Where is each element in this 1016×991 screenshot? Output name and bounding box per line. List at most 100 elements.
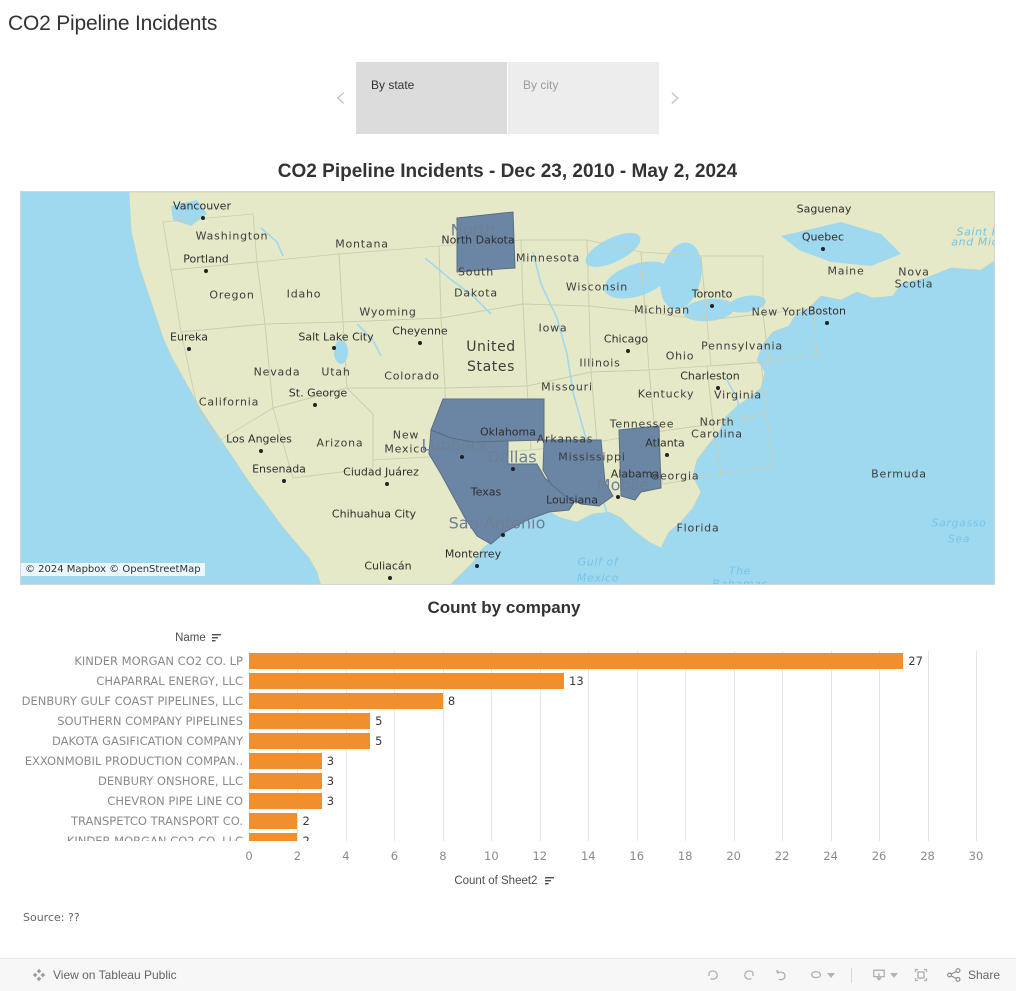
bar-value-label: 13 xyxy=(569,674,584,688)
bar-row[interactable]: DENBURY GULF COAST PIPELINES, LLC 8 xyxy=(0,691,1008,711)
story-tab-list: By state By city xyxy=(356,62,660,134)
bar-value-label: 3 xyxy=(326,774,335,788)
bar-plot-area[interactable]: KINDER MORGAN CO2 CO. LP 27 CHAPARRAL ENER… xyxy=(0,651,1008,841)
revert-button[interactable] xyxy=(765,962,799,988)
bar-row-label: TRANSPETCO TRANSPORT CO. xyxy=(70,814,243,828)
bar-value-label: 2 xyxy=(302,814,310,828)
bar-mark[interactable] xyxy=(249,713,371,729)
redo-button[interactable] xyxy=(731,962,765,988)
tab-by-city[interactable]: By city xyxy=(508,62,660,134)
bar-row[interactable]: EXXONMOBIL PRODUCTION COMPAN.. 3 xyxy=(0,751,1008,771)
map-view[interactable]: .land { fill:#e6e9c8; stroke:#cfd2b4; st… xyxy=(20,191,995,585)
axis-sort-icon[interactable] xyxy=(544,876,554,885)
x-axis-tick: 30 xyxy=(968,849,984,863)
bar-value-label: 27 xyxy=(908,654,923,668)
x-axis-tick: 8 xyxy=(439,849,447,863)
bar-row-label: SOUTHERN COMPANY PIPELINES xyxy=(57,714,243,728)
bar-row-label: DENBURY GULF COAST PIPELINES, LLC xyxy=(21,694,243,708)
bar-row-header[interactable]: Name xyxy=(0,632,243,644)
map-attribution[interactable]: © 2024 Mapbox © OpenStreetMap xyxy=(21,563,205,576)
bar-row-label: DAKOTA GASIFICATION COMPANY xyxy=(51,734,243,748)
share-icon xyxy=(946,967,962,983)
bar-mark[interactable] xyxy=(249,753,322,769)
bottom-toolbar: View on Tableau Public Share xyxy=(0,958,1016,991)
story-prev-arrow-icon[interactable]: ‹ xyxy=(325,58,356,138)
map-city-dot xyxy=(710,304,714,308)
toolbar-actions: Share xyxy=(697,962,1000,988)
bar-row-label: DENBURY ONSHORE, LLC xyxy=(97,774,243,788)
map-state-north-dakota xyxy=(456,211,516,273)
view-on-tableau-public-button[interactable]: View on Tableau Public xyxy=(32,968,177,982)
x-axis-tick: 28 xyxy=(920,849,935,863)
x-axis-tick: 14 xyxy=(580,849,596,863)
bar-mark[interactable] xyxy=(249,733,371,749)
x-axis-tick: 4 xyxy=(342,849,350,863)
map-city-dot xyxy=(665,453,669,457)
x-axis-tick: 2 xyxy=(293,849,302,863)
map-city-dot xyxy=(821,247,825,251)
map-city-dot xyxy=(204,269,208,273)
bar-row[interactable]: TRANSPETCO TRANSPORT CO. 2 xyxy=(0,811,1008,831)
view-on-tableau-public-label: View on Tableau Public xyxy=(53,968,177,982)
map-city-dot xyxy=(418,341,422,345)
map-sheet-title: CO2 Pipeline Incidents - Dec 23, 2010 - … xyxy=(277,161,738,182)
x-axis-tick: 24 xyxy=(823,849,838,863)
map-canvas[interactable]: .land { fill:#e6e9c8; stroke:#cfd2b4; st… xyxy=(21,192,994,584)
map-city-dot xyxy=(385,482,389,486)
bar-row[interactable]: DAKOTA GASIFICATION COMPANY 5 xyxy=(0,731,1008,751)
bar-chart: Name KINDER MORGAN CO2 CO. LP 27 CHAPARRAL… xyxy=(0,632,1008,847)
map-city-dot xyxy=(282,479,286,483)
x-axis-tick: 0 xyxy=(245,849,253,863)
story-next-arrow-icon[interactable]: › xyxy=(660,58,691,138)
bar-row-header-label: Name xyxy=(175,632,206,644)
bar-row-label: CHEVRON PIPE LINE CO xyxy=(107,794,243,808)
map-city-dot xyxy=(825,321,829,325)
bar-row[interactable]: DENBURY ONSHORE, LLC 3 xyxy=(0,771,1008,791)
share-button[interactable]: Share xyxy=(946,967,1000,983)
bar-value-label: 3 xyxy=(326,794,335,808)
bar-row[interactable]: KINDER MORGAN CO2 CO. LLC 2 xyxy=(0,831,1008,841)
bar-mark[interactable] xyxy=(249,833,298,841)
map-geometry: .land { fill:#e6e9c8; stroke:#cfd2b4; st… xyxy=(21,192,994,584)
map-city-dot xyxy=(201,216,205,220)
bar-value-label: 2 xyxy=(302,834,310,841)
bar-value-label: 8 xyxy=(447,694,456,708)
toolbar-divider xyxy=(850,967,852,983)
bar-mark[interactable] xyxy=(249,653,904,669)
x-axis-title[interactable]: Count of Sheet2 xyxy=(0,875,1008,887)
x-axis-tick: 20 xyxy=(726,849,741,863)
x-axis-tick: 18 xyxy=(677,849,693,863)
x-axis-tick: 16 xyxy=(629,849,645,863)
map-city-dot xyxy=(716,386,720,390)
tableau-logo-icon xyxy=(32,968,46,982)
bar-mark[interactable] xyxy=(249,693,443,709)
x-axis-tick: 26 xyxy=(871,849,887,863)
x-axis-title-label: Count of Sheet2 xyxy=(454,875,538,887)
map-city-dot xyxy=(259,449,263,453)
x-axis-tick: 10 xyxy=(484,849,499,863)
bar-row[interactable]: KINDER MORGAN CO2 CO. LP 27 xyxy=(0,651,1008,671)
bar-row[interactable]: SOUTHERN COMPANY PIPELINES 5 xyxy=(0,711,1008,731)
x-axis-tick: 6 xyxy=(390,849,399,863)
map-city-dot xyxy=(511,467,515,471)
fullscreen-button[interactable] xyxy=(904,962,938,988)
bar-mark[interactable] xyxy=(249,673,565,689)
map-city-dot xyxy=(616,495,620,499)
bar-x-axis: 0 2 4 6 8 10 12 14 16 18 20 22 24 26 28 30 Count of She… xyxy=(0,849,1008,893)
bar-row[interactable]: CHAPARRAL ENERGY, LLC 13 xyxy=(0,671,1008,691)
bar-mark[interactable] xyxy=(249,813,298,829)
sort-descending-icon[interactable] xyxy=(212,633,221,642)
download-chevron-down-icon[interactable] xyxy=(889,972,898,978)
bar-value-label: 5 xyxy=(375,734,383,748)
source-note: Source: ?? xyxy=(23,911,80,924)
x-axis-tick: 12 xyxy=(532,849,548,863)
map-city-dot xyxy=(475,564,479,568)
refresh-chevron-down-icon[interactable] xyxy=(826,972,835,978)
tab-by-state[interactable]: By state xyxy=(356,62,508,134)
bar-mark[interactable] xyxy=(249,793,322,809)
tableau-dashboard: CO2 Pipeline Incidents ‹ By state By cit… xyxy=(0,0,1016,991)
bar-mark[interactable] xyxy=(249,773,322,789)
undo-button[interactable] xyxy=(697,962,731,988)
bar-row[interactable]: CHEVRON PIPE LINE CO 3 xyxy=(0,791,1008,811)
map-city-dot xyxy=(388,576,392,580)
